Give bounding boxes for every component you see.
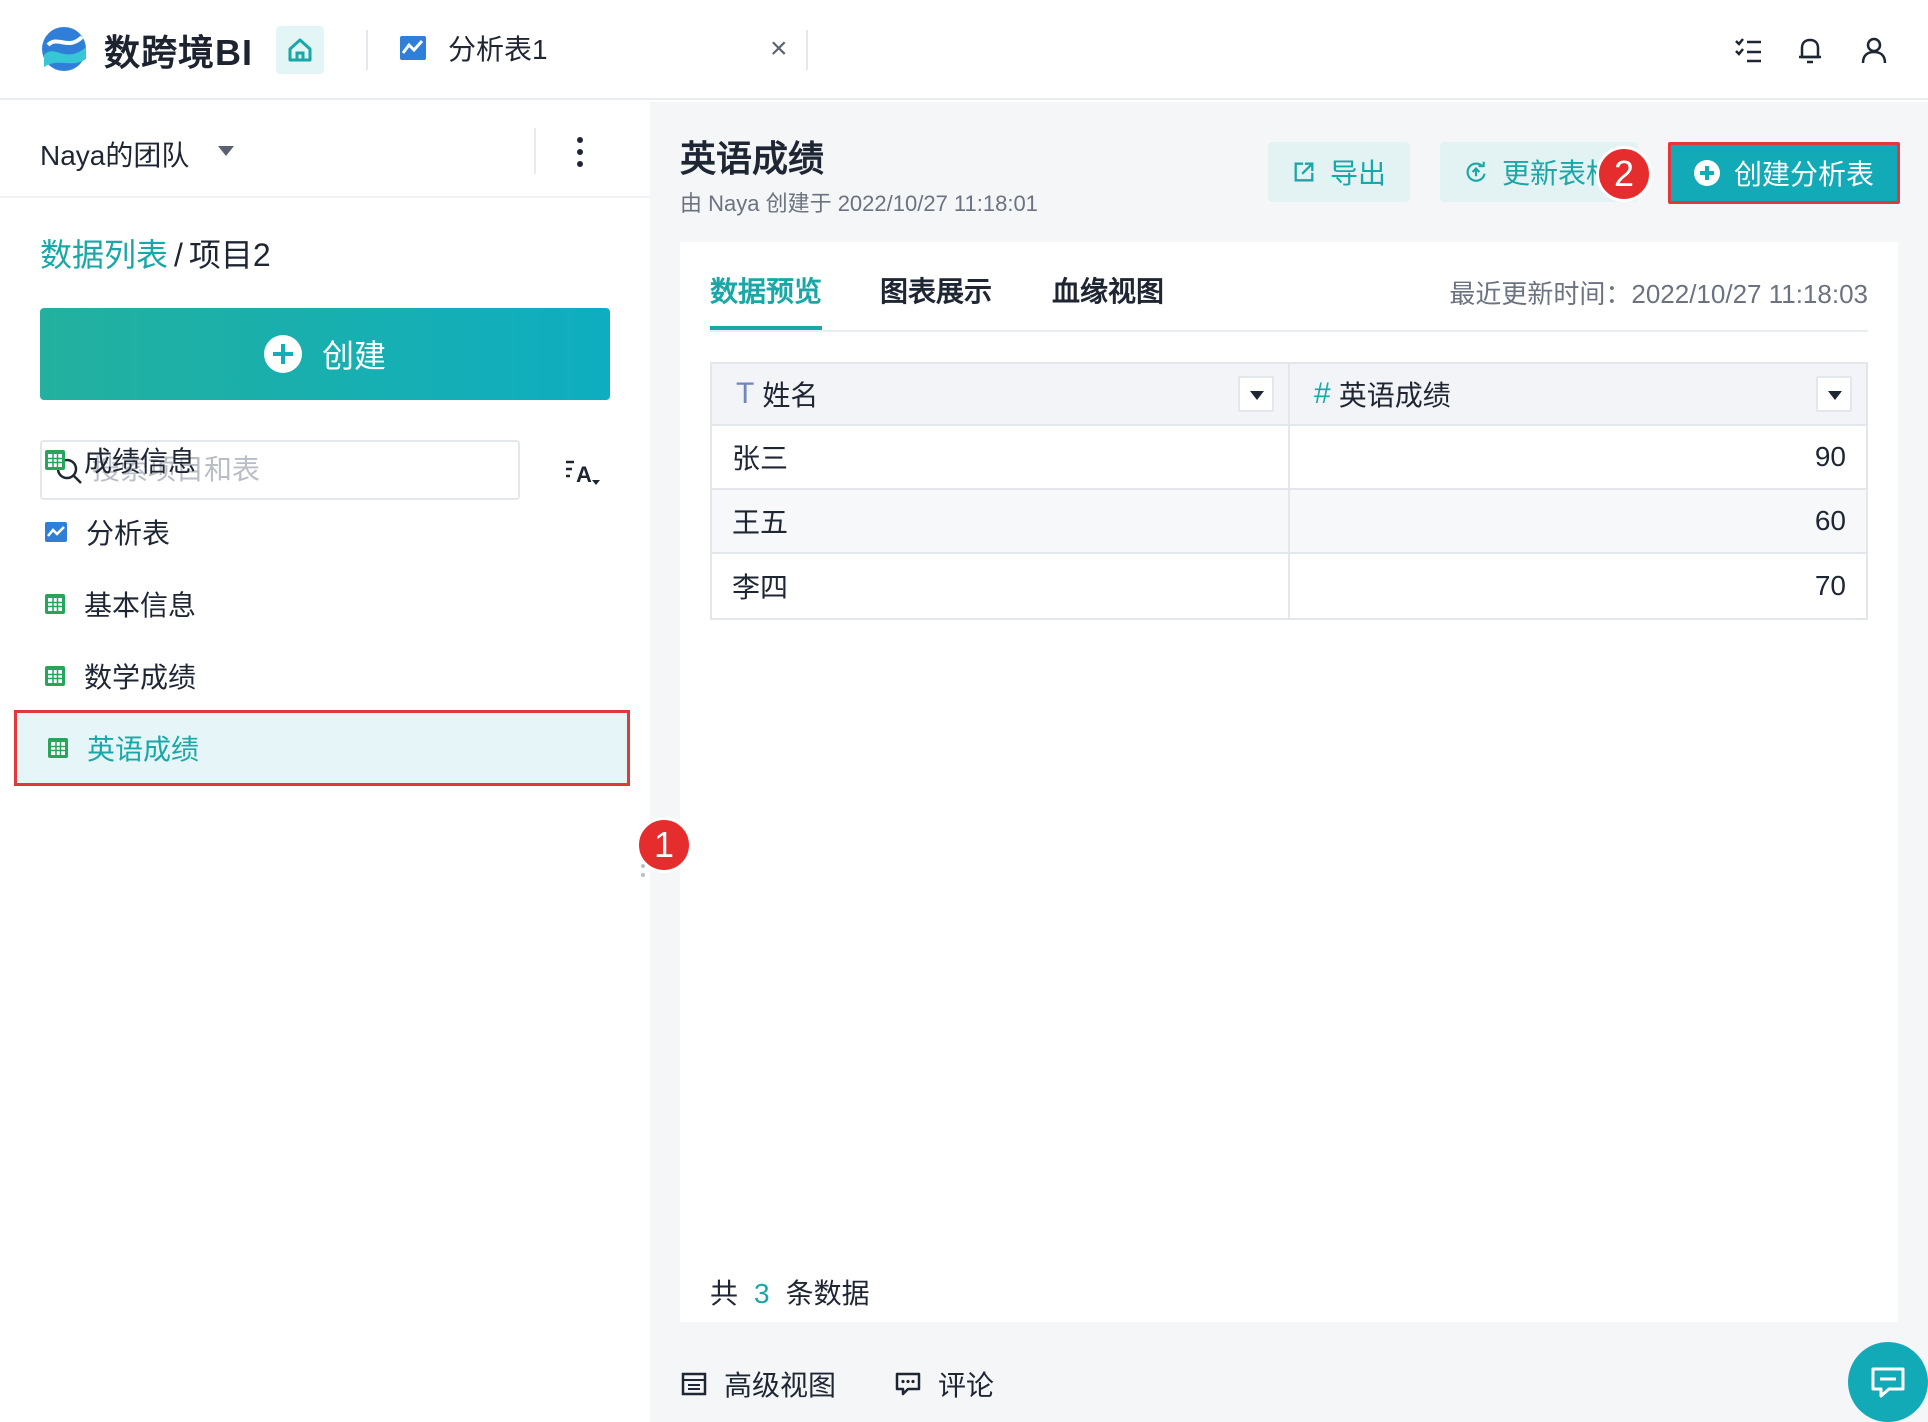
- column-title: 姓名: [762, 380, 819, 411]
- grid-body: 张三 90 王五 60 李四 70: [712, 426, 1866, 618]
- sidebar-item-label: 基本信息: [84, 590, 197, 621]
- caret-down-icon[interactable]: [218, 146, 234, 156]
- table-icon: [48, 738, 68, 758]
- page-subtitle: 由 Naya 创建于 2022/10/27 11:18:01: [680, 191, 1038, 216]
- tab-divider: [366, 30, 368, 70]
- logo-icon: [42, 27, 86, 71]
- chat-icon: [1871, 1367, 1905, 1398]
- breadcrumb-separator: /: [174, 237, 183, 273]
- count-suffix: 条数据: [785, 1278, 870, 1309]
- create-button-label: 创建: [321, 338, 386, 374]
- sidebar-item-label: 成绩信息: [84, 446, 197, 477]
- step-callout-1: 1: [636, 817, 692, 873]
- sidebar: Naya的团队 数据列表/项目2 创建 A: [0, 102, 650, 1422]
- sidebar-item-label: 分析表: [86, 518, 171, 549]
- table-cell: 李四: [732, 572, 789, 603]
- table-row: 张三 90: [712, 426, 1866, 490]
- plus-circle-icon: [263, 335, 302, 373]
- table-row: 王五 60: [712, 490, 1866, 554]
- row-count: 共 3 条数据: [710, 1272, 870, 1312]
- text-type-icon: T: [736, 377, 755, 410]
- tab-bar: 数据预览 图表展示 血缘视图 最近更新时间：2022/10/27 11:18:0…: [710, 242, 1868, 332]
- more-vertical-icon[interactable]: [570, 132, 590, 172]
- data-panel: 数据预览 图表展示 血缘视图 最近更新时间：2022/10/27 11:18:0…: [680, 242, 1898, 1322]
- task-list-icon[interactable]: [1728, 30, 1768, 70]
- bottom-bar: 高级视图 评论: [680, 1364, 1052, 1404]
- sidebar-item[interactable]: 基本信息: [14, 566, 630, 642]
- column-dropdown-icon[interactable]: [1238, 376, 1274, 412]
- table-icon: [45, 450, 65, 470]
- tab-label: 分析表1: [448, 34, 548, 65]
- table-cell: 90: [1288, 426, 1866, 488]
- bell-icon[interactable]: [1790, 30, 1830, 70]
- tab-lineage-view[interactable]: 血缘视图: [1052, 270, 1164, 310]
- chat-support-button[interactable]: [1848, 1342, 1928, 1422]
- table-icon: [45, 666, 65, 686]
- user-icon[interactable]: [1854, 30, 1894, 70]
- comment-button[interactable]: 评论: [894, 1364, 994, 1404]
- create-button[interactable]: 创建: [40, 308, 610, 400]
- count-value: 3: [754, 1278, 770, 1309]
- step-callout-2: 2: [1596, 146, 1652, 202]
- grid-header: T 姓名 # 英语成绩: [712, 364, 1866, 426]
- table-cell: 张三: [732, 443, 789, 474]
- column-dropdown-icon[interactable]: [1816, 376, 1852, 412]
- breadcrumb-current: 项目2: [188, 237, 271, 273]
- tab-data-preview[interactable]: 数据预览: [710, 270, 822, 310]
- advanced-view-icon: [681, 1372, 707, 1396]
- table-cell: 70: [1288, 554, 1866, 618]
- tab-divider: [806, 30, 808, 70]
- advanced-view-button[interactable]: 高级视图: [680, 1364, 836, 1404]
- home-button[interactable]: [276, 26, 324, 74]
- number-type-icon: #: [1314, 377, 1331, 410]
- sidebar-item-active[interactable]: 英语成绩: [14, 710, 630, 786]
- chart-icon: [45, 522, 67, 542]
- create-analysis-button[interactable]: 创建分析表: [1668, 142, 1900, 204]
- app-logo[interactable]: 数跨境BI: [38, 24, 253, 76]
- sidebar-item-label: 数学成绩: [84, 662, 197, 693]
- sidebar-item[interactable]: 分析表: [14, 494, 630, 570]
- export-button[interactable]: 导出: [1268, 142, 1410, 202]
- home-icon: [288, 38, 312, 62]
- table-icon: [45, 594, 65, 614]
- comment-label: 评论: [938, 1370, 995, 1401]
- create-analysis-label: 创建分析表: [1733, 159, 1874, 190]
- top-bar: 数跨境BI 分析表1 ×: [0, 0, 1928, 100]
- table-cell: 60: [1288, 490, 1866, 552]
- table-row: 李四 70: [712, 554, 1866, 618]
- team-selector[interactable]: Naya的团队: [0, 102, 650, 198]
- advanced-view-label: 高级视图: [724, 1370, 837, 1401]
- tab-analysis-1[interactable]: 分析表1: [398, 28, 548, 68]
- sidebar-item-label: 英语成绩: [87, 734, 200, 765]
- tab-chart-display[interactable]: 图表展示: [880, 270, 992, 310]
- tab-close-icon[interactable]: ×: [770, 32, 788, 66]
- count-prefix: 共: [710, 1278, 739, 1309]
- refresh-upload-icon: [1466, 161, 1486, 182]
- divider: [534, 128, 536, 174]
- main-content: 英语成绩 由 Naya 创建于 2022/10/27 11:18:01 导出 更…: [650, 102, 1928, 1422]
- app-name: 数跨境BI: [104, 32, 254, 73]
- chart-icon: [400, 36, 426, 60]
- sidebar-item[interactable]: 成绩信息: [14, 422, 630, 498]
- column-header-name[interactable]: T 姓名: [712, 364, 1288, 424]
- table-cell: 王五: [732, 507, 789, 538]
- team-name: Naya的团队: [40, 140, 190, 171]
- active-tab-indicator: [710, 326, 822, 330]
- plus-circle-icon: [1693, 160, 1720, 186]
- column-title: 英语成绩: [1338, 380, 1451, 411]
- column-header-score[interactable]: # 英语成绩: [1288, 364, 1866, 424]
- breadcrumb: 数据列表 / 项目2: [40, 230, 271, 276]
- page-title: 英语成绩: [680, 138, 825, 179]
- breadcrumb-root-link[interactable]: 数据列表: [40, 237, 168, 273]
- export-icon: [1294, 162, 1314, 182]
- data-grid: T 姓名 # 英语成绩 张三 90 王五 60 李四 70: [710, 362, 1868, 620]
- sidebar-item[interactable]: 数学成绩: [14, 638, 630, 714]
- last-updated-time: 最近更新时间：2022/10/27 11:18:03: [1449, 279, 1868, 309]
- comment-icon: [895, 1372, 921, 1396]
- export-button-label: 导出: [1329, 158, 1386, 189]
